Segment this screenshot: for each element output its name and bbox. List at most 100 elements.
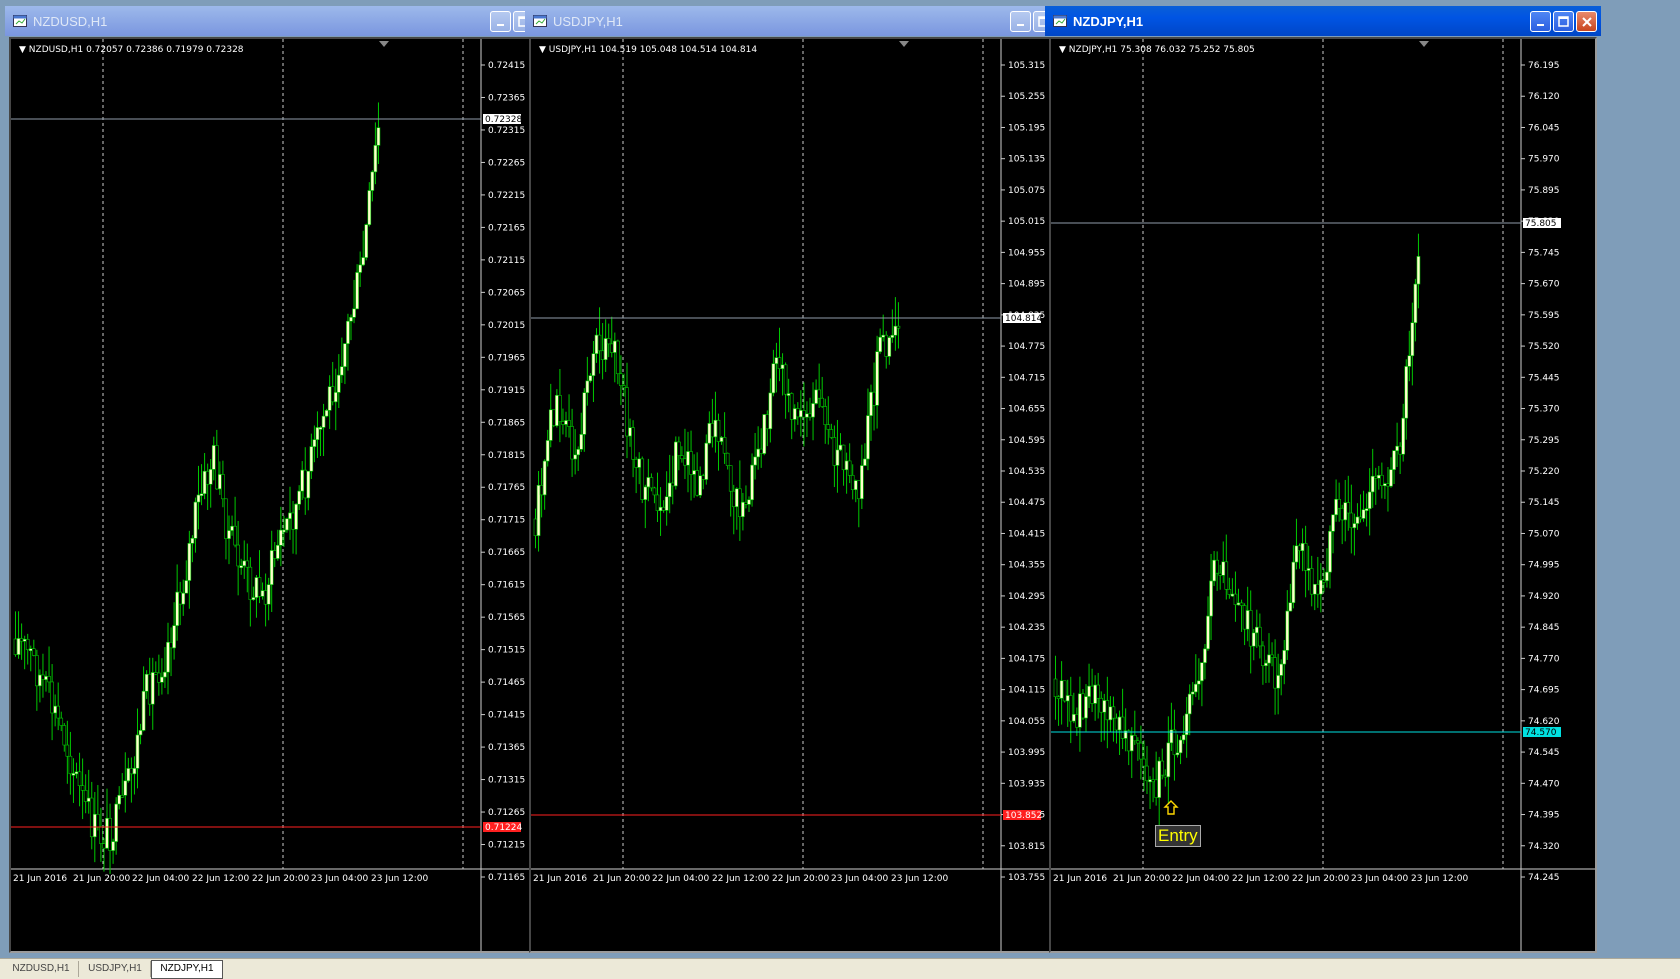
candlestick-chart[interactable]: 0.72415 0.72365 0.72315 0.72265 0.72215 0.721… [11,39,555,951]
price-label: 75.970 [1528,155,1560,165]
candle-body [282,529,286,533]
chart-info-line: ▼ NZDJPY,H1 75.308 76.032 75.252 75.805 [1059,45,1255,55]
candle-body [327,386,332,411]
candle-body [747,499,751,505]
chart-window-nzdjpy[interactable]: NZDJPY,H1 76.195 76.120 76.045 75.970 75.895… [1045,6,1601,956]
chart-window-usdjpy[interactable]: USDJPY,H1 105.315 105.255 105.195 105.135 10… [525,6,1081,956]
chart-menu-arrow-icon[interactable]: ▼ [539,45,546,55]
candle-body [1136,740,1140,744]
candle-body [670,482,675,487]
candle-body [1255,626,1259,634]
candle-body [597,334,602,352]
minimize-button[interactable] [1530,11,1551,32]
candle-body [138,730,143,736]
chart-area[interactable]: 76.19576.12076.04575.97075.89575.82075.7… [1049,37,1597,953]
candle-body [242,560,247,567]
candle-body [1291,561,1296,604]
candle-body [117,794,121,805]
candle-body [330,386,335,403]
ohlc-text: USDJPY,H1 104.519 105.048 104.514 104.81… [548,45,758,55]
price-label: 104.775 [1008,342,1045,352]
price-label: 74.245 [1528,873,1560,883]
candle-body [25,639,30,650]
candle-body [266,584,271,605]
candle-body [1117,716,1122,731]
maximize-button[interactable] [1553,11,1574,32]
chart-window-nzdusd[interactable]: NZDUSD,H1 0.72415 0.72365 0.72315 0.72265 0.… [5,6,561,956]
candle-body [1395,445,1399,452]
candle-body [89,797,94,838]
window-titlebar[interactable]: NZDUSD,H1 [5,6,561,36]
candle-body [539,485,544,496]
candle-body [631,427,635,460]
price-label: 103.935 [1008,779,1045,789]
candle-body [1392,450,1396,470]
price-label: 103.755 [1008,873,1045,883]
candle-body [1233,593,1238,605]
candle-body [750,464,754,501]
candle-body [558,395,562,422]
close-button[interactable] [1576,11,1597,32]
candle-body [129,768,134,775]
price-label: 105.315 [1008,61,1045,71]
price-label: 0.71965 [488,353,525,363]
price-label: 76.045 [1528,123,1560,133]
window-titlebar[interactable]: USDJPY,H1 [525,6,1081,36]
candle-body [184,580,189,594]
candle-body [652,487,657,496]
price-label: 0.71415 [488,711,525,721]
tab-usdjpy[interactable]: USDJPY,H1 [80,961,151,977]
price-label: 0.72365 [488,93,525,103]
price-label: 105.015 [1008,217,1045,227]
candle-body [1343,502,1348,521]
candle-body [643,486,648,500]
candle-body [169,641,173,649]
candle-body [236,544,240,567]
candle-body [1376,474,1381,479]
candle-body [869,391,873,416]
candle-body [343,343,347,367]
candle-body [178,591,182,605]
candle-body [1242,605,1247,630]
candle-body [893,325,898,336]
tab-nzdusd[interactable]: NZDUSD,H1 [4,961,79,977]
minimize-button[interactable] [1010,11,1031,32]
chart-menu-arrow-icon[interactable]: ▼ [1059,45,1066,55]
candle-body [555,395,559,426]
candle-body [1251,632,1256,647]
candle-body [585,380,590,393]
candle-body [594,334,599,354]
candle-body [1139,742,1143,760]
candlestick-chart[interactable]: 105.315 105.255 105.195 105.135 105.075 105.0… [531,39,1075,951]
candle-body [655,494,660,511]
candle-body [777,357,782,369]
chart-info-line: ▼ USDJPY,H1 104.519 105.048 104.514 104.… [539,45,757,55]
candle-body [762,414,767,454]
candle-body [324,410,329,417]
candle-body [221,474,225,500]
price-label: 75.220 [1528,467,1560,477]
candle-body [99,826,103,844]
candle-body [239,565,243,569]
window-titlebar[interactable]: NZDJPY,H1 [1045,6,1601,36]
candlestick-chart[interactable]: 76.19576.12076.04575.97075.89575.82075.7… [1051,39,1595,951]
candle-body [1068,695,1073,722]
chart-area[interactable]: 105.315 105.255 105.195 105.135 105.075 105.0… [529,37,1077,953]
candle-body [570,426,574,460]
candle-body [1373,475,1378,479]
candle-body [542,460,547,496]
tab-nzdjpy[interactable]: NZDJPY,H1 [151,960,223,979]
candle-body [1319,579,1323,595]
candle-body [157,672,161,683]
candle-body [132,768,137,775]
chart-menu-arrow-icon[interactable]: ▼ [19,45,26,55]
minimize-button[interactable] [490,11,511,32]
chart-area[interactable]: 0.72415 0.72365 0.72315 0.72265 0.72215 0.721… [9,37,557,953]
candle-body [80,785,85,791]
price-label: 104.175 [1008,654,1045,664]
candle-body [285,518,289,531]
entry-annotation[interactable]: Entry [1155,825,1201,847]
candle-body [548,409,553,441]
candle-body [333,392,338,403]
bid-label: 0.72328 [485,115,522,125]
